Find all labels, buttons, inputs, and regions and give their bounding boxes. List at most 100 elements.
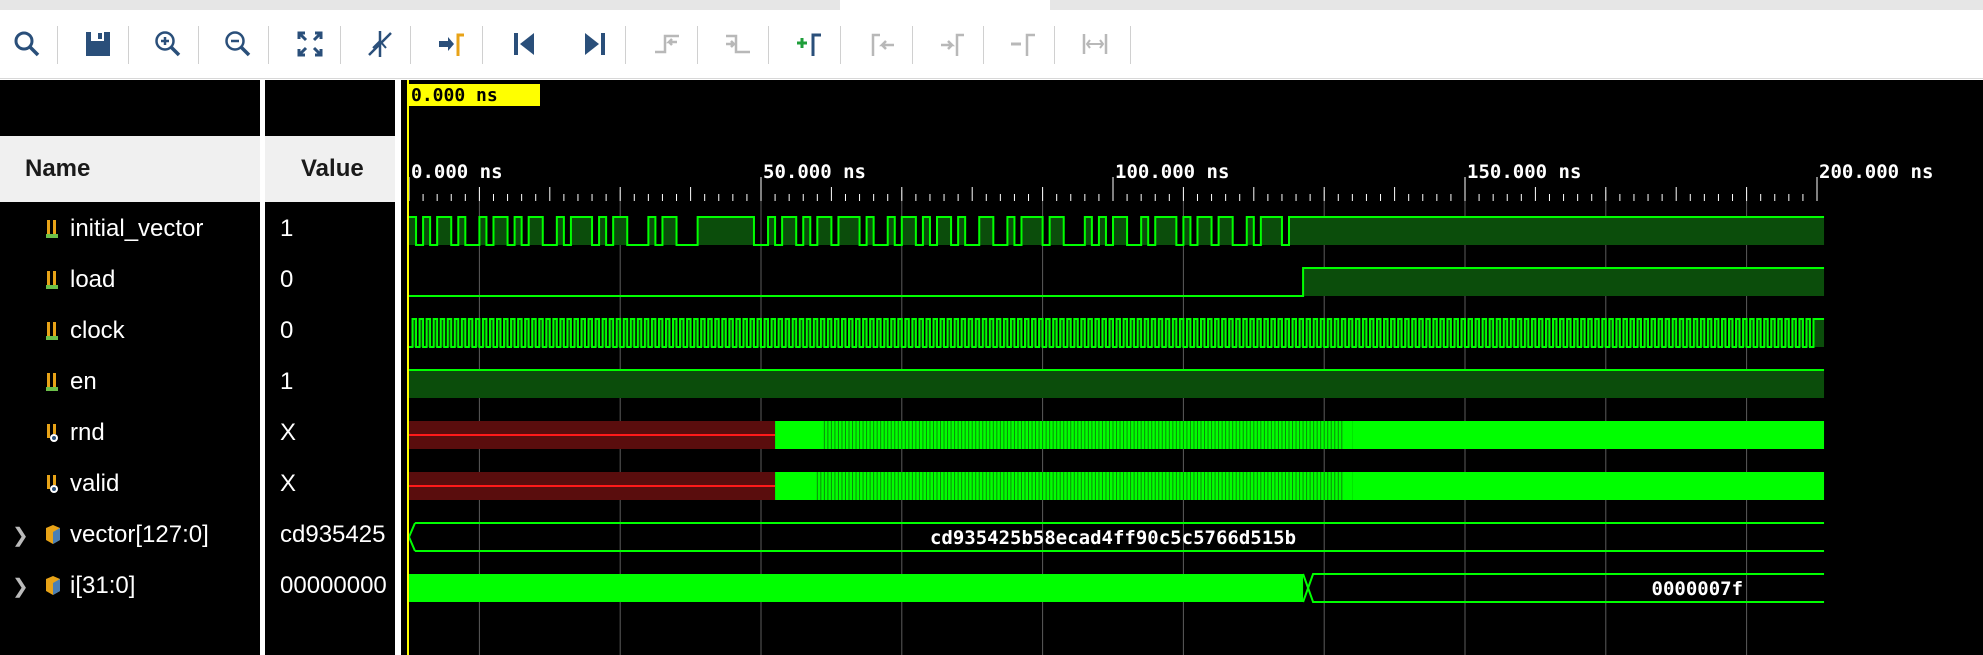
previous-marker-button[interactable] — [864, 26, 900, 62]
search-icon — [14, 31, 40, 57]
initial-vector-high-fill — [1218, 217, 1233, 245]
signal-value: 0 — [280, 266, 294, 293]
previous-transition-icon — [655, 34, 679, 54]
initial-vector-high-fill — [866, 217, 874, 245]
valid-high-fill — [1352, 472, 1825, 500]
go-to-cursor-icon — [439, 33, 464, 56]
initial-vector-high-fill — [570, 217, 593, 245]
initial-vector-high-fill — [1289, 217, 1825, 245]
next-marker-icon — [941, 33, 964, 56]
time-ruler: 0.000 ns 50.000 ns 100.000 ns 150.000 ns 200… — [408, 161, 1933, 201]
signal-row-en[interactable]: en — [0, 357, 260, 407]
next-transition-button[interactable] — [720, 26, 756, 62]
bus-icon — [46, 576, 60, 595]
initial-vector-high-fill — [1113, 217, 1128, 245]
save-icon — [86, 32, 110, 56]
initial-vector-high-fill — [887, 217, 895, 245]
swap-cursors-icon — [1082, 34, 1108, 54]
tab-strip-segment — [1050, 0, 1983, 10]
name-column-header[interactable]: Name — [0, 136, 260, 202]
save-button[interactable] — [80, 26, 116, 62]
signal-row-clock[interactable]: clock — [0, 306, 260, 356]
zoom-fit-button[interactable] — [292, 26, 328, 62]
signal-name: initial_vector — [70, 215, 204, 242]
initial-vector-high-fill — [697, 217, 754, 245]
go-to-last-time-button[interactable] — [577, 26, 613, 62]
tab-strip-segment — [0, 0, 840, 10]
toolbar-separator — [57, 26, 58, 64]
signal-row-i[interactable]: ❯ i[31:0] — [0, 561, 260, 611]
zoom-fit-icon — [297, 31, 323, 57]
signal-name: rnd — [70, 419, 105, 446]
initial-vector-high-fill — [1098, 217, 1106, 245]
signal-value: 0 — [280, 317, 294, 344]
toolbar-separator — [410, 26, 411, 64]
toolbar-separator — [1130, 26, 1131, 64]
next-marker-button[interactable] — [935, 26, 971, 62]
initial-vector-high-fill — [1007, 217, 1015, 245]
top-strip — [0, 0, 1983, 12]
toolbar-separator — [625, 26, 626, 64]
previous-transition-button[interactable] — [649, 26, 685, 62]
signal-name: i[31:0] — [70, 572, 136, 599]
name-header-label: Name — [25, 155, 91, 182]
initial-vector-high-fill — [1246, 217, 1254, 245]
add-marker-icon — [797, 33, 821, 56]
initial-vector-high-fill — [782, 217, 797, 245]
waveform-toolbar — [0, 12, 1983, 79]
signal-name: valid — [70, 470, 120, 497]
value-header-label: Value — [301, 155, 364, 182]
input-port-icon — [46, 271, 58, 289]
signal-value: X — [280, 419, 297, 446]
signal-row-rnd[interactable]: rnd — [0, 408, 260, 458]
signal-value: X — [280, 470, 297, 497]
rnd-high-fill — [1352, 421, 1825, 449]
signal-row-load[interactable]: load — [0, 255, 260, 305]
initial-vector-high-fill — [817, 217, 832, 245]
cursor-toggle-button[interactable] — [362, 26, 398, 62]
toolbar-separator — [912, 26, 913, 64]
toolbar-separator — [983, 26, 984, 64]
initial-vector-high-fill — [613, 217, 628, 245]
go-to-cursor-button[interactable] — [434, 26, 470, 62]
initial-vector-high-fill — [1155, 217, 1177, 245]
toolbar-separator — [340, 26, 341, 64]
initial-vector-high-fill — [979, 217, 994, 245]
en-high-fill — [409, 370, 1825, 398]
zoom-out-button[interactable] — [220, 26, 256, 62]
signal-value: 1 — [280, 368, 294, 395]
ruler-label: 200.000 ns — [1819, 161, 1933, 183]
search-button[interactable] — [9, 26, 45, 62]
toolbar-separator — [840, 26, 841, 64]
initial-vector-high-fill — [458, 217, 466, 245]
expand-chevron-icon[interactable]: ❯ — [12, 574, 29, 599]
initial-vector-high-fill — [922, 217, 930, 245]
toolbar-separator — [768, 26, 769, 64]
signal-value: cd935425 — [280, 521, 386, 548]
toolbar-separator — [1054, 26, 1055, 64]
remove-marker-icon — [1011, 33, 1035, 56]
signal-name: clock — [70, 317, 125, 344]
clock-high-fill — [1813, 319, 1825, 347]
signal-row-vector[interactable]: ❯ vector[127:0] — [0, 510, 260, 560]
remove-marker-button[interactable] — [1006, 26, 1042, 62]
value-column-header[interactable]: Value — [265, 136, 395, 202]
signal-value: 1 — [280, 215, 294, 242]
signal-row-initial-vector[interactable]: initial_vector — [0, 204, 260, 254]
go-to-time-zero-button[interactable] — [506, 26, 542, 62]
signal-row-valid[interactable]: valid — [0, 459, 260, 509]
add-marker-button[interactable] — [792, 26, 828, 62]
swap-cursors-button[interactable] — [1077, 26, 1113, 62]
initial-vector-high-fill — [768, 217, 776, 245]
initial-vector-high-fill — [514, 217, 522, 245]
zoom-in-button[interactable] — [150, 26, 186, 62]
expand-chevron-icon[interactable]: ❯ — [12, 523, 29, 548]
waveform-canvas[interactable]: 0.000 ns 50.000 ns 100.000 ns 150.000 ns 200… — [401, 80, 1983, 655]
waveforms: cd935425b58ecad4ff90c5c5766d515b 0000007f — [407, 216, 1825, 603]
initial-vector-high-fill — [1049, 217, 1064, 245]
initial-vector-high-fill — [1141, 217, 1149, 245]
initial-vector-high-fill — [556, 217, 564, 245]
zoom-out-icon — [225, 31, 251, 57]
go-to-last-time-icon — [585, 33, 605, 55]
toolbar-separator — [697, 26, 698, 64]
